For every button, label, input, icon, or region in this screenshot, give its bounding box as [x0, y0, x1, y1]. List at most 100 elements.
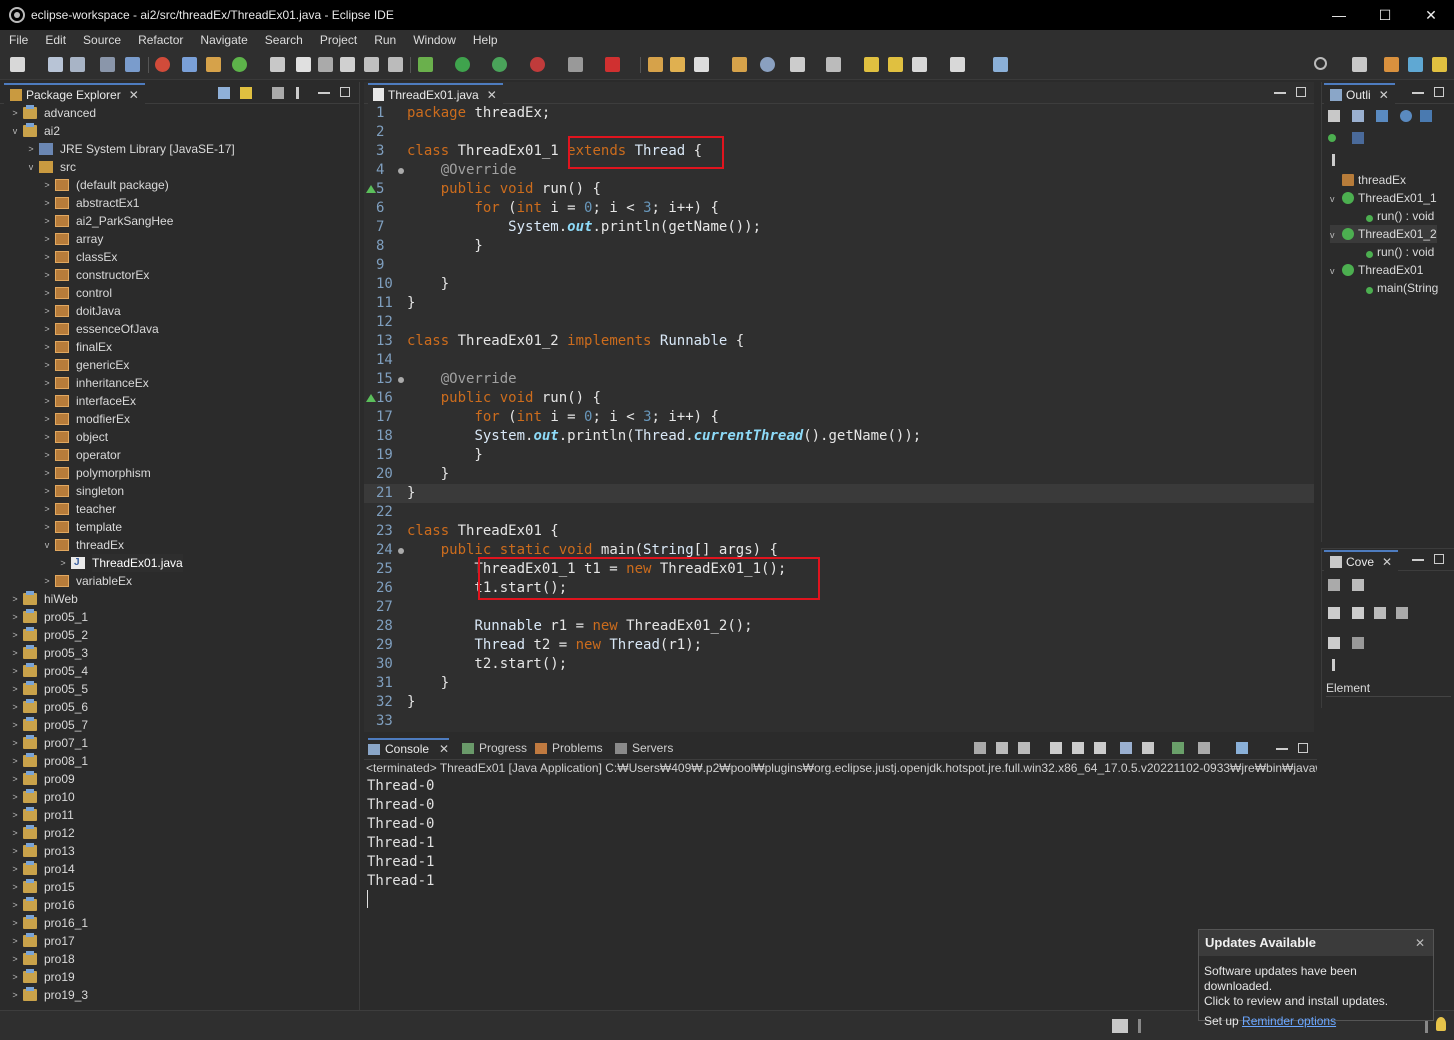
chevron-right-icon[interactable]: > — [42, 572, 52, 590]
remove-session-icon[interactable] — [1328, 607, 1340, 619]
chevron-right-icon[interactable]: > — [10, 806, 20, 824]
merge-sessions-icon[interactable] — [1374, 607, 1386, 619]
chevron-right-icon[interactable]: > — [10, 608, 20, 626]
tree-item[interactable]: > pro09 — [0, 770, 359, 788]
toggle-mark-icon[interactable] — [318, 57, 333, 72]
chevron-right-icon[interactable]: > — [10, 680, 20, 698]
tree-item[interactable]: > pro05_4 — [0, 662, 359, 680]
chevron-right-icon[interactable]: > — [10, 104, 20, 122]
tree-item[interactable]: v threadEx — [0, 536, 359, 554]
tree-item[interactable]: > constructorEx — [0, 266, 359, 284]
chevron-right-icon[interactable]: > — [42, 518, 52, 536]
chevron-right-icon[interactable]: > — [10, 950, 20, 968]
fold-marker-icon[interactable] — [398, 168, 404, 174]
debug-icon[interactable] — [155, 57, 170, 72]
chevron-right-icon[interactable]: > — [10, 770, 20, 788]
document-icon[interactable] — [790, 57, 805, 72]
chevron-right-icon[interactable]: > — [10, 644, 20, 662]
word-wrap-icon[interactable] — [1094, 742, 1106, 754]
tab-servers[interactable]: Servers — [615, 738, 673, 758]
tree-item[interactable]: > pro15 — [0, 878, 359, 896]
tree-item[interactable]: > modfierEx — [0, 410, 359, 428]
collapse-outline-icon[interactable] — [1328, 110, 1340, 122]
tree-item[interactable]: > array — [0, 230, 359, 248]
outline-item[interactable]: run() : void — [1366, 207, 1434, 225]
tree-item[interactable]: > JRE System Library [JavaSE-17] — [0, 140, 359, 158]
chevron-down-icon[interactable]: v — [1330, 190, 1342, 208]
maximize-editor-icon[interactable] — [1296, 87, 1306, 97]
remove-launch-icon[interactable] — [996, 742, 1008, 754]
tree-item[interactable]: > hiWeb — [0, 590, 359, 608]
link-coverage-icon[interactable] — [1352, 637, 1364, 649]
close-icon[interactable]: ✕ — [1382, 555, 1392, 569]
chevron-right-icon[interactable]: > — [10, 716, 20, 734]
coverage-session-icon[interactable] — [1352, 579, 1364, 591]
chevron-right-icon[interactable]: > — [10, 788, 20, 806]
fold-marker-icon[interactable] — [398, 377, 404, 383]
chevron-right-icon[interactable]: > — [10, 932, 20, 950]
link-with-editor-icon[interactable] — [240, 87, 252, 99]
tree-item[interactable]: > pro13 — [0, 842, 359, 860]
tree-item[interactable]: > pro05_2 — [0, 626, 359, 644]
chevron-right-icon[interactable]: > — [10, 824, 20, 842]
open-task-icon[interactable] — [605, 57, 620, 72]
sort-outline-icon[interactable] — [1352, 110, 1364, 122]
chevron-right-icon[interactable]: > — [10, 626, 20, 644]
maximize-view-icon[interactable] — [340, 87, 350, 97]
menu-file[interactable]: File — [0, 33, 36, 47]
outline-item[interactable]: run() : void — [1366, 243, 1434, 261]
tree-item[interactable]: > pro14 — [0, 860, 359, 878]
outline-item[interactable]: v ThreadEx01 — [1330, 261, 1423, 279]
external-tools-icon[interactable] — [530, 57, 545, 72]
tree-item[interactable]: > singleton — [0, 482, 359, 500]
debug-run-icon[interactable] — [418, 57, 433, 72]
menu-help[interactable]: Help — [464, 33, 506, 47]
chevron-right-icon[interactable]: > — [10, 698, 20, 716]
coverage-relaunch-icon[interactable] — [1328, 579, 1340, 591]
tree-item[interactable]: > advanced — [0, 104, 359, 122]
tab-coverage[interactable]: Cove ✕ — [1324, 550, 1399, 571]
tree-item[interactable]: > interfaceEx — [0, 392, 359, 410]
tree-item[interactable]: > (default package) — [0, 176, 359, 194]
chevron-right-icon[interactable]: > — [10, 878, 20, 896]
chevron-down-icon[interactable]: v — [1330, 262, 1342, 280]
toggle-word-wrap-icon[interactable] — [340, 57, 355, 72]
tree-item[interactable]: > pro05_3 — [0, 644, 359, 662]
hide-local-types-icon[interactable] — [1328, 134, 1336, 142]
chevron-right-icon[interactable]: > — [42, 356, 52, 374]
coverage-icon[interactable] — [492, 57, 507, 72]
show-whitespace-icon[interactable] — [388, 57, 403, 72]
maximize-outline-icon[interactable] — [1434, 87, 1444, 97]
tree-item[interactable]: > pro07_1 — [0, 734, 359, 752]
tree-item[interactable]: > pro16_1 — [0, 914, 359, 932]
tree-item[interactable]: v src — [0, 158, 359, 176]
chevron-right-icon[interactable]: > — [42, 374, 52, 392]
globe-icon[interactable] — [760, 57, 775, 72]
tree-item[interactable]: > pro16 — [0, 896, 359, 914]
coverage-menu-icon[interactable] — [1332, 659, 1335, 671]
next-edit-icon[interactable] — [888, 57, 903, 72]
tree-item[interactable]: > inheritanceEx — [0, 374, 359, 392]
chevron-right-icon[interactable]: > — [10, 662, 20, 680]
open-type-icon[interactable] — [270, 57, 285, 72]
run-icon[interactable] — [455, 57, 470, 72]
folder-icon[interactable] — [732, 57, 747, 72]
annotation-icon[interactable] — [826, 57, 841, 72]
import-session-icon[interactable] — [1396, 607, 1408, 619]
new-class-icon[interactable] — [232, 57, 247, 72]
close-icon[interactable]: ✕ — [1415, 930, 1425, 956]
tab-threadex01-java[interactable]: ThreadEx01.java ✕ — [368, 83, 503, 104]
outline-item[interactable]: threadEx — [1330, 171, 1406, 189]
tree-item[interactable]: > pro17 — [0, 932, 359, 950]
chevron-right-icon[interactable]: > — [42, 284, 52, 302]
hide-nonpublic-icon[interactable] — [1420, 110, 1432, 122]
chevron-down-icon[interactable]: v — [10, 122, 20, 140]
chevron-right-icon[interactable]: > — [42, 410, 52, 428]
chevron-right-icon[interactable]: > — [42, 464, 52, 482]
terminal-icon[interactable] — [125, 57, 140, 72]
tree-item[interactable]: > teacher — [0, 500, 359, 518]
tree-item[interactable]: > doitJava — [0, 302, 359, 320]
minimize-outline-icon[interactable] — [1412, 92, 1424, 94]
display-console-icon[interactable] — [1142, 742, 1154, 754]
chevron-right-icon[interactable]: > — [42, 230, 52, 248]
